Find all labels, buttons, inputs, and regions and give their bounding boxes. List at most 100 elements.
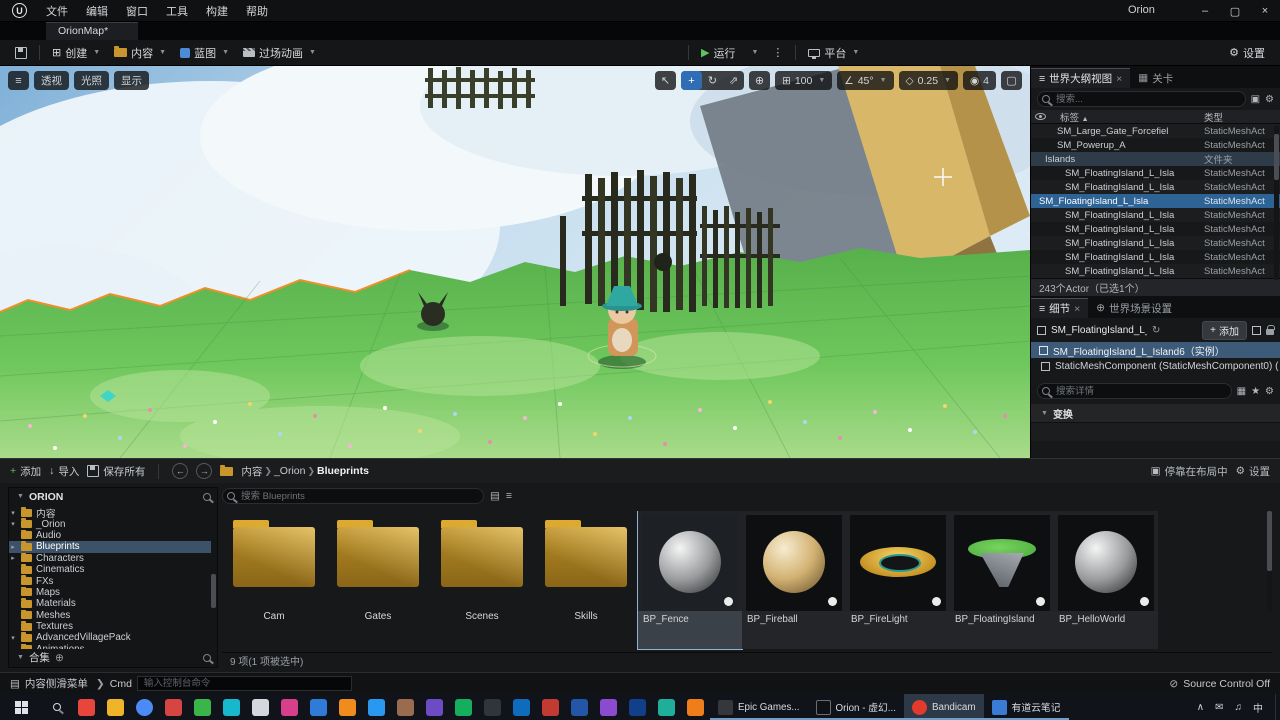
tree-item[interactable]: FXs <box>9 575 211 587</box>
cb-search-input[interactable] <box>222 488 484 504</box>
taskbar-search-button[interactable] <box>42 694 72 720</box>
tab-levels[interactable]: ▦ 关卡 <box>1130 68 1181 88</box>
tree-scrollbar[interactable] <box>211 512 216 642</box>
perspective-button[interactable]: 透视 <box>34 71 69 90</box>
lock-icon[interactable] <box>1266 325 1275 335</box>
selected-instance-row[interactable]: SM_FloatingIsland_L_Island6（实例） <box>1031 342 1280 358</box>
menu-item[interactable]: 窗口 <box>117 0 157 22</box>
asset-tile[interactable]: BP_Fireball <box>742 511 846 649</box>
tree-item[interactable]: Animations <box>9 643 211 649</box>
menu-item[interactable]: 编辑 <box>77 0 117 22</box>
expand-arrow-icon[interactable]: ▾ <box>9 520 17 528</box>
transform-section-header[interactable]: ▼ 变换 <box>1031 404 1280 422</box>
details-search[interactable] <box>1037 383 1232 399</box>
tray-icon[interactable]: 中 <box>1253 700 1263 715</box>
forward-icon[interactable]: → <box>196 463 213 479</box>
breadcrumb-item[interactable]: _Orion <box>274 465 306 477</box>
cb-sources-header[interactable]: ▼ ORION <box>9 488 217 505</box>
outliner-row[interactable]: SM_Large_Gate_Forcefiel StaticMeshAct <box>1031 124 1280 138</box>
taskbar-app-icon[interactable] <box>333 694 362 720</box>
refresh-icon[interactable]: ↻ <box>1152 325 1160 336</box>
tree-item[interactable]: ▸ Blueprints <box>9 541 211 553</box>
expand-arrow-icon[interactable]: ▾ <box>9 634 17 642</box>
source-control-button[interactable]: ⊘ Source Control Off <box>1169 678 1270 690</box>
taskbar-app-icon[interactable] <box>188 694 217 720</box>
maximize-icon[interactable]: ▢ <box>1220 0 1250 22</box>
tree-item[interactable]: ▾ _Orion <box>9 518 211 530</box>
platforms-button[interactable]: 平台 ▼ <box>801 42 866 64</box>
taskbar-app-icon[interactable] <box>101 694 130 720</box>
taskbar-app-icon[interactable] <box>507 694 536 720</box>
viewport-3d-scene[interactable] <box>0 66 1030 458</box>
taskbar-app-icon[interactable] <box>246 694 275 720</box>
outliner-search-input[interactable] <box>1037 91 1246 107</box>
asset-tile[interactable]: BP_FireLight <box>846 511 950 649</box>
cb-save-all-button[interactable]: 保存所有 <box>87 464 145 479</box>
taskbar-app-icon[interactable] <box>478 694 507 720</box>
back-icon[interactable]: ← <box>172 463 189 479</box>
tray-icon[interactable]: ✉ <box>1215 702 1223 713</box>
maximize-viewport-icon[interactable]: ▢ <box>1001 71 1022 90</box>
show-flags-button[interactable]: 显示 <box>114 71 149 90</box>
plus-circle-icon[interactable]: ⊕ <box>55 652 64 664</box>
grid-scrollbar[interactable] <box>1267 511 1272 611</box>
outliner-row[interactable]: Islands 文件夹 <box>1031 152 1280 166</box>
cb-settings-button[interactable]: ⚙ 设置 <box>1236 464 1270 479</box>
show-desktop-button[interactable] <box>1275 694 1280 720</box>
outliner-column-header[interactable]: 标签 ▲ 类型 <box>1031 110 1280 124</box>
taskbar-app-icon[interactable] <box>565 694 594 720</box>
move-tool-icon[interactable]: + <box>681 71 702 90</box>
folder-tile[interactable]: Gates <box>326 511 430 649</box>
expand-arrow-icon[interactable]: ▸ <box>9 554 17 562</box>
level-tab[interactable]: OrionMap* <box>46 22 139 40</box>
taskbar-app-button[interactable]: Bandicam <box>903 694 984 720</box>
taskbar-app-icon[interactable] <box>652 694 681 720</box>
content-drawer-button[interactable]: ▤ 内容侧滑菜单 <box>10 676 88 691</box>
details-search-input[interactable] <box>1037 383 1232 399</box>
taskbar-app-icon[interactable] <box>536 694 565 720</box>
search-icon[interactable] <box>203 492 211 501</box>
console-command-input[interactable] <box>136 676 352 691</box>
tab-details[interactable]: ≡ 细节 × <box>1031 298 1089 318</box>
taskbar-app-icon[interactable] <box>391 694 420 720</box>
play-button[interactable]: ▶ 运行 <box>694 42 742 64</box>
menu-item[interactable]: 工具 <box>157 0 197 22</box>
tree-item[interactable]: Maps <box>9 586 211 598</box>
outliner-row[interactable]: SM_FloatingIsland_L_Isla StaticMeshAct <box>1031 264 1280 278</box>
close-icon[interactable]: × <box>1250 0 1280 22</box>
outliner-row[interactable]: SM_FloatingIsland_L_Isla StaticMeshAct <box>1031 208 1280 222</box>
select-tool-icon[interactable]: ↖ <box>655 71 676 90</box>
gear-icon[interactable]: ⚙ <box>1265 94 1274 105</box>
rotate-tool-icon[interactable]: ↻ <box>702 71 723 90</box>
close-icon[interactable]: × <box>1116 73 1122 85</box>
scale-tool-icon[interactable]: ⇗ <box>723 71 744 90</box>
folder-tile[interactable]: Skills <box>534 511 638 649</box>
dock-in-layout-button[interactable]: ▣ 停靠在布局中 <box>1151 464 1228 479</box>
outliner-row[interactable]: SM_FloatingIsland_L_Isla StaticMeshAct <box>1031 250 1280 264</box>
outliner-row[interactable]: SM_FloatingIsland_L_Isla StaticMeshAct <box>1031 222 1280 236</box>
add-component-button[interactable]: + 添加 <box>1202 320 1247 340</box>
content-button[interactable]: 内容 ▼ <box>107 42 173 64</box>
taskbar-app-icon[interactable] <box>594 694 623 720</box>
tree-item[interactable]: Cinematics <box>9 563 211 575</box>
breadcrumb-item[interactable]: 内容 <box>241 464 262 479</box>
breadcrumb-item[interactable]: Blueprints <box>317 465 369 477</box>
copy-path-icon[interactable]: ▤ <box>490 490 500 502</box>
outliner-row[interactable]: SM_FloatingIsland_L_Isla StaticMeshAct <box>1031 166 1280 180</box>
taskbar-app-icon[interactable] <box>420 694 449 720</box>
lit-mode-button[interactable]: 光照 <box>74 71 109 90</box>
tray-icon[interactable]: ∧ <box>1197 702 1204 713</box>
taskbar-app-icon[interactable] <box>362 694 391 720</box>
world-space-icon[interactable]: ⊕ <box>749 71 770 90</box>
play-more-button[interactable]: ⋮ <box>765 43 790 62</box>
play-options-button[interactable]: ▼ <box>742 46 765 59</box>
grid-view-icon[interactable]: ▦ <box>1237 386 1246 397</box>
tree-item[interactable]: ▸ Characters <box>9 552 211 564</box>
collections-row[interactable]: ▼ 合集 ⊕ <box>9 650 217 665</box>
outliner-row[interactable]: SM_Powerup_A StaticMeshAct <box>1031 138 1280 152</box>
favorites-star-icon[interactable]: ★ <box>1251 386 1260 397</box>
outliner-search[interactable] <box>1037 91 1246 107</box>
viewport-panel[interactable]: ≡ 透视 光照 显示 ↖ + ↻ ⇗ ⊕ ⊞ 100 ▼ ∠ 45° ▼ ◇ 0.25 ▼ … <box>0 66 1030 458</box>
tab-world-outliner[interactable]: ≡ 世界大纲视图 × <box>1031 68 1131 88</box>
scale-snap-control[interactable]: ◇ 0.25 ▼ <box>898 71 958 90</box>
